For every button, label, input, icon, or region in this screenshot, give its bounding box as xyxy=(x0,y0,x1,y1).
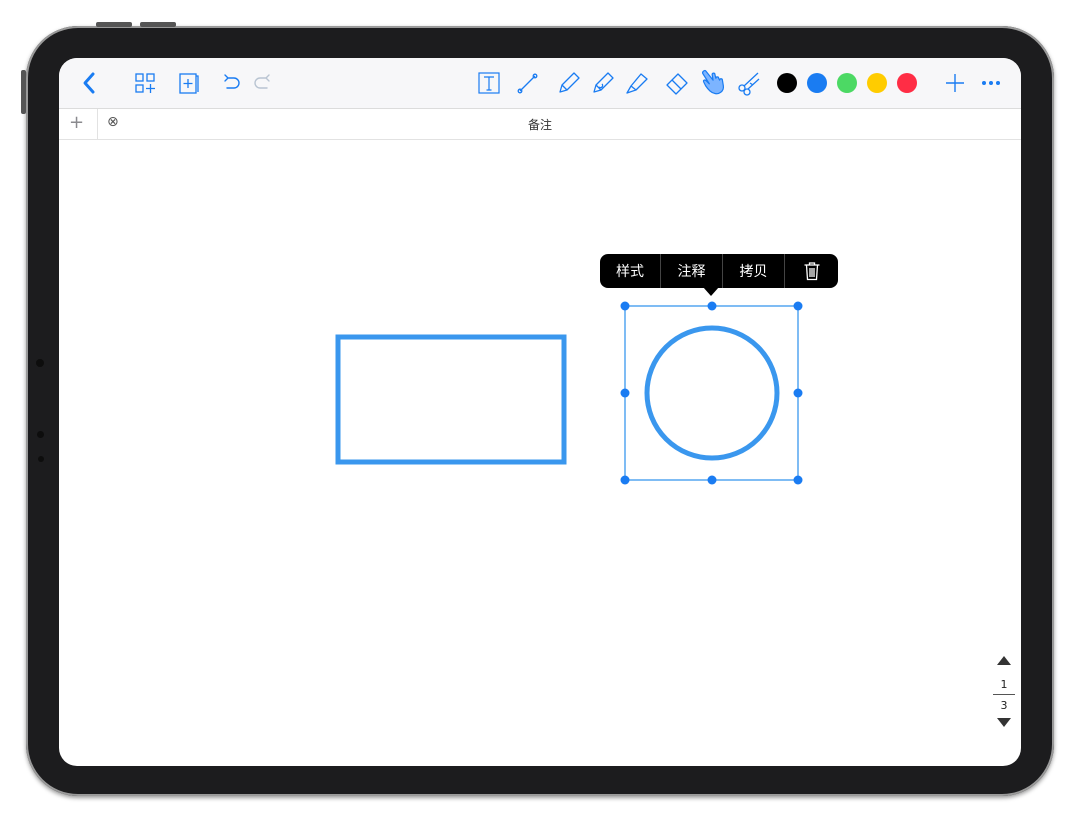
trash-icon xyxy=(804,262,819,281)
volume-button xyxy=(140,22,176,27)
resize-handle[interactable] xyxy=(793,301,803,311)
circle-shape[interactable] xyxy=(644,325,780,461)
camera-sensor xyxy=(38,456,44,462)
style-menu-item[interactable]: 样式 xyxy=(600,254,660,288)
drawing-canvas[interactable] xyxy=(59,58,1021,766)
app-screen: 备注 + ⊗ 样式 注释 拷贝 1 3 xyxy=(59,58,1021,766)
copy-menu-item[interactable]: 拷贝 xyxy=(723,254,784,288)
page-navigator: 1 3 xyxy=(991,650,1017,730)
annotate-menu-item[interactable]: 注释 xyxy=(661,254,722,288)
resize-handle[interactable] xyxy=(620,475,630,485)
camera-sensor xyxy=(36,359,44,367)
resize-handle[interactable] xyxy=(707,475,717,485)
camera-sensor xyxy=(37,431,44,438)
side-button xyxy=(21,70,26,114)
resize-handle[interactable] xyxy=(707,301,717,311)
context-menu-arrow xyxy=(703,287,719,296)
rectangle-shape[interactable] xyxy=(335,334,567,465)
resize-handle[interactable] xyxy=(793,388,803,398)
current-page: 1 xyxy=(1000,678,1008,691)
resize-handle[interactable] xyxy=(793,475,803,485)
page-divider xyxy=(993,694,1015,695)
resize-handle[interactable] xyxy=(620,388,630,398)
page-down-icon[interactable] xyxy=(997,718,1011,727)
total-pages: 3 xyxy=(1000,699,1008,712)
power-button xyxy=(96,22,132,27)
page-up-icon[interactable] xyxy=(997,656,1011,665)
context-menu: 样式 注释 拷贝 xyxy=(600,254,838,288)
resize-handle[interactable] xyxy=(620,301,630,311)
delete-menu-item[interactable] xyxy=(785,254,838,288)
